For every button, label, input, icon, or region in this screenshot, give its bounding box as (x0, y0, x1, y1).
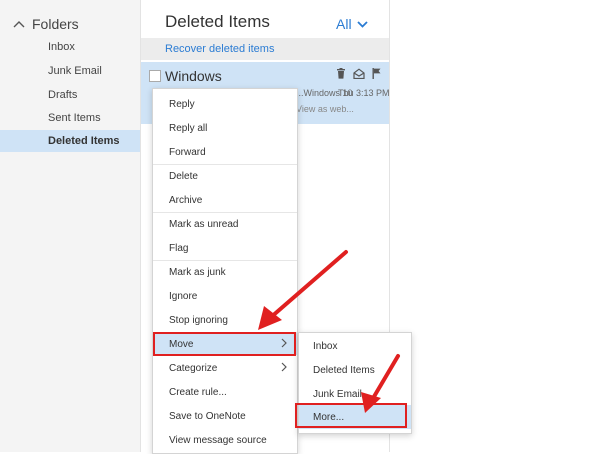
arrow-to-move (258, 250, 348, 330)
arrow-to-more (361, 354, 400, 413)
annotation-arrows (258, 250, 400, 413)
